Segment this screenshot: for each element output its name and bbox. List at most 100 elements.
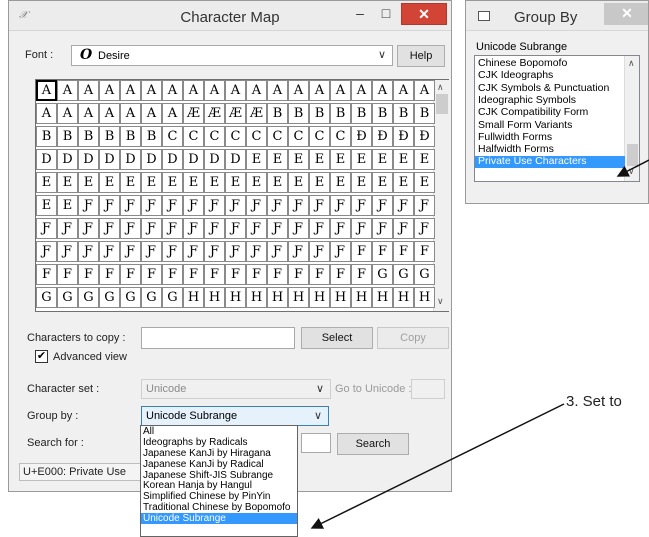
glyph-cell[interactable]: H — [183, 287, 204, 308]
glyph-cell[interactable]: F — [267, 264, 288, 285]
glyph-cell[interactable]: Ƒ — [36, 241, 57, 262]
glyph-cell[interactable]: F — [120, 264, 141, 285]
group-by-option[interactable]: Unicode Subrange — [141, 513, 297, 525]
group-by-option[interactable]: Japanese KanJi by Radical — [141, 459, 297, 470]
glyph-cell[interactable]: E — [351, 149, 372, 170]
glyph-cell[interactable]: B — [309, 103, 330, 124]
group-by-option[interactable]: Korean Hanja by Hangul — [141, 480, 297, 492]
group-by-option[interactable]: Ideographs by Radicals — [141, 437, 297, 448]
glyph-cell[interactable]: F — [330, 264, 351, 285]
glyph-cell[interactable]: Ƒ — [372, 195, 393, 216]
glyph-cell[interactable]: G — [57, 287, 78, 308]
glyph-cell[interactable]: F — [162, 264, 183, 285]
glyph-cell[interactable]: A — [267, 80, 288, 101]
glyph-cell[interactable]: E — [330, 149, 351, 170]
glyph-cell[interactable]: A — [57, 103, 78, 124]
glyph-cell[interactable]: Ƒ — [246, 241, 267, 262]
scroll-thumb[interactable] — [436, 94, 448, 114]
search-button[interactable]: Search — [337, 433, 409, 455]
subrange-item[interactable]: CJK Ideographs — [475, 70, 625, 82]
glyph-cell[interactable]: Ƒ — [267, 241, 288, 262]
glyph-cell[interactable]: E — [36, 172, 57, 193]
subrange-item[interactable]: Private Use Characters — [475, 156, 625, 168]
glyph-cell[interactable]: D — [57, 149, 78, 170]
glyph-cell[interactable]: C — [330, 126, 351, 147]
glyph-cell[interactable]: Æ — [225, 103, 246, 124]
glyph-cell[interactable]: A — [372, 80, 393, 101]
glyph-cell[interactable]: Ƒ — [57, 218, 78, 239]
glyph-cell[interactable]: Ð — [414, 126, 435, 147]
glyph-cell[interactable]: A — [120, 80, 141, 101]
glyph-cell[interactable]: G — [120, 287, 141, 308]
glyph-cell[interactable]: Ƒ — [204, 195, 225, 216]
glyph-cell[interactable]: Ƒ — [309, 241, 330, 262]
glyph-cell[interactable]: E — [57, 195, 78, 216]
glyph-cell[interactable]: E — [99, 172, 120, 193]
glyph-cell[interactable]: E — [288, 149, 309, 170]
glyph-cell[interactable]: B — [330, 103, 351, 124]
glyph-cell[interactable]: Ƒ — [57, 241, 78, 262]
scroll-down-icon[interactable]: ∨ — [437, 296, 444, 307]
glyph-cell[interactable]: F — [351, 264, 372, 285]
glyph-cell[interactable]: H — [372, 287, 393, 308]
glyph-cell[interactable]: E — [267, 149, 288, 170]
glyph-cell[interactable]: E — [162, 172, 183, 193]
subrange-item[interactable]: Small Form Variants — [475, 120, 625, 132]
glyph-cell[interactable]: E — [183, 172, 204, 193]
glyph-cell[interactable]: E — [309, 149, 330, 170]
glyph-cell[interactable]: C — [204, 126, 225, 147]
glyph-cell[interactable]: A — [183, 80, 204, 101]
glyph-cell[interactable]: Ƒ — [99, 241, 120, 262]
glyph-cell[interactable]: Ƒ — [99, 195, 120, 216]
glyph-cell[interactable]: H — [225, 287, 246, 308]
glyph-cell[interactable]: Æ — [246, 103, 267, 124]
scroll-up-icon[interactable]: ∧ — [628, 58, 635, 69]
glyph-cell[interactable]: A — [330, 80, 351, 101]
group-by-option[interactable]: All — [141, 426, 297, 437]
glyph-cell[interactable]: E — [393, 172, 414, 193]
glyph-cell[interactable]: Ƒ — [246, 218, 267, 239]
glyph-cell[interactable]: Ƒ — [246, 195, 267, 216]
glyph-cell[interactable]: A — [120, 103, 141, 124]
glyph-cell[interactable]: Ƒ — [141, 195, 162, 216]
advanced-view-checkbox[interactable]: ✔ — [35, 350, 48, 363]
glyph-cell[interactable]: E — [414, 149, 435, 170]
glyph-cell[interactable]: H — [414, 287, 435, 308]
glyph-cell[interactable]: B — [99, 126, 120, 147]
glyph-cell[interactable]: E — [204, 172, 225, 193]
select-button[interactable]: Select — [301, 327, 373, 349]
glyph-cell[interactable]: Ð — [372, 126, 393, 147]
glyph-cell[interactable]: G — [141, 287, 162, 308]
glyph-cell[interactable]: A — [309, 80, 330, 101]
glyph-cell[interactable]: H — [351, 287, 372, 308]
glyph-cell[interactable]: A — [393, 80, 414, 101]
glyph-cell[interactable]: D — [36, 149, 57, 170]
group-by-option[interactable]: Simplified Chinese by PinYin — [141, 491, 297, 502]
glyph-cell[interactable]: Ƒ — [330, 195, 351, 216]
glyph-cell[interactable]: A — [57, 80, 78, 101]
subrange-item[interactable]: Fullwidth Forms — [475, 132, 625, 144]
glyph-cell[interactable]: Ƒ — [330, 241, 351, 262]
glyph-cell[interactable]: Ƒ — [351, 195, 372, 216]
maximize-button[interactable]: □ — [373, 3, 399, 25]
glyph-cell[interactable]: E — [246, 172, 267, 193]
glyph-cell[interactable]: A — [78, 103, 99, 124]
glyph-cell[interactable]: G — [36, 287, 57, 308]
glyph-cell[interactable]: E — [351, 172, 372, 193]
glyph-cell[interactable]: C — [288, 126, 309, 147]
glyph-cell[interactable]: B — [372, 103, 393, 124]
glyph-cell[interactable]: Ƒ — [36, 218, 57, 239]
character-grid[interactable]: ∧ ∨ AAAAAAAAAAAAAAAAAAAAAAAAAAÆÆÆÆBBBBBB… — [35, 79, 449, 312]
group-by-close-button[interactable]: ✕ — [604, 3, 648, 25]
help-button[interactable]: Help — [397, 45, 445, 67]
glyph-cell[interactable]: Ƒ — [183, 241, 204, 262]
subrange-scrollbar[interactable]: ∧ ∨ — [624, 56, 639, 181]
scroll-down-icon[interactable]: ∨ — [628, 166, 635, 177]
glyph-cell[interactable]: Ƒ — [204, 218, 225, 239]
glyph-cell[interactable]: D — [225, 149, 246, 170]
glyph-cell[interactable]: Ƒ — [78, 195, 99, 216]
glyph-cell[interactable]: C — [246, 126, 267, 147]
glyph-cell[interactable]: C — [183, 126, 204, 147]
glyph-cell[interactable]: C — [309, 126, 330, 147]
glyph-cell[interactable]: Ƒ — [225, 218, 246, 239]
